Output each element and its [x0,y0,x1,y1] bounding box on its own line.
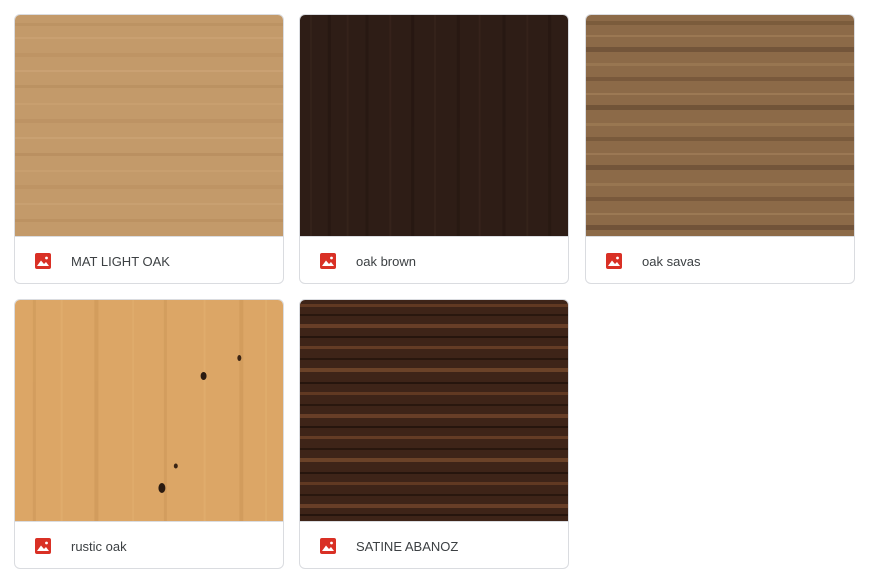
file-name: rustic oak [71,538,127,554]
image-file-icon [320,538,336,554]
file-grid: MAT LIGHT OAK oak brown oak savas rustic… [0,0,871,588]
image-thumbnail[interactable] [15,15,283,236]
file-card-footer: rustic oak [15,521,283,568]
file-card-footer: oak savas [586,236,854,283]
file-name: SATINE ABANOZ [356,538,459,554]
file-card-footer: MAT LIGHT OAK [15,236,283,283]
image-file-icon [606,253,622,269]
file-name: MAT LIGHT OAK [71,253,170,269]
file-card-footer: SATINE ABANOZ [300,521,568,568]
file-name: oak savas [642,253,701,269]
image-thumbnail[interactable] [300,15,568,236]
file-card[interactable]: SATINE ABANOZ [299,299,569,569]
image-thumbnail[interactable] [15,300,283,521]
file-name: oak brown [356,253,416,269]
file-card[interactable]: rustic oak [14,299,284,569]
file-card[interactable]: oak savas [585,14,855,284]
file-card[interactable]: MAT LIGHT OAK [14,14,284,284]
image-file-icon [35,538,51,554]
image-thumbnail[interactable] [300,300,568,521]
file-card-footer: oak brown [300,236,568,283]
image-file-icon [320,253,336,269]
file-card[interactable]: oak brown [299,14,569,284]
image-file-icon [35,253,51,269]
image-thumbnail[interactable] [586,15,854,236]
